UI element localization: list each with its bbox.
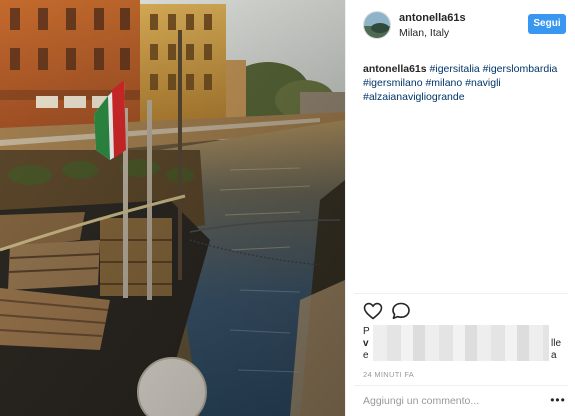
more-options-icon[interactable]: ••• <box>549 393 567 409</box>
canal-photo <box>0 0 345 416</box>
location-link[interactable]: Milan, Italy <box>399 27 449 39</box>
post-caption: antonella61s #igersitalia #igerslombardi… <box>363 62 568 104</box>
comment-icon-svg <box>392 302 410 319</box>
post-photo[interactable] <box>0 0 345 416</box>
likes-text-start: e <box>363 350 369 361</box>
likes-text-end: a <box>551 350 557 361</box>
hashtag-link[interactable]: #igersmilano <box>363 77 423 89</box>
post-header: antonella61s Milan, Italy Segui <box>346 0 575 52</box>
instagram-post: antonella61s Milan, Italy Segui antonell… <box>0 0 575 416</box>
likes-text-start: P <box>363 326 370 337</box>
hashtag-link[interactable]: #alzaianavigliogrande <box>363 91 465 103</box>
divider <box>354 293 568 294</box>
divider <box>354 385 568 386</box>
heart-icon[interactable] <box>363 302 383 320</box>
caption-username[interactable]: antonella61s <box>363 63 427 75</box>
redacted-blur <box>373 325 549 361</box>
likes-text-start: v <box>363 338 369 349</box>
avatar-image <box>364 12 390 38</box>
heart-icon-svg <box>363 302 383 320</box>
hashtag-link[interactable]: #igersitalia <box>430 63 480 75</box>
post-side-panel: antonella61s Milan, Italy Segui antonell… <box>345 0 575 416</box>
follow-button[interactable]: Segui <box>528 14 566 34</box>
comment-icon[interactable] <box>391 302 411 320</box>
hashtag-link[interactable]: #milano <box>425 77 462 89</box>
hashtag-link[interactable]: #igerslombardia <box>483 63 558 75</box>
post-timestamp[interactable]: 24 MINUTI FA <box>363 370 414 379</box>
username-link[interactable]: antonella61s <box>399 12 466 24</box>
likes-text-end: lle <box>551 338 562 349</box>
avatar[interactable] <box>363 11 391 39</box>
comment-input[interactable] <box>363 393 513 409</box>
hashtag-link[interactable]: #navigli <box>465 77 501 89</box>
likes-section: P v e lle a <box>363 325 568 361</box>
